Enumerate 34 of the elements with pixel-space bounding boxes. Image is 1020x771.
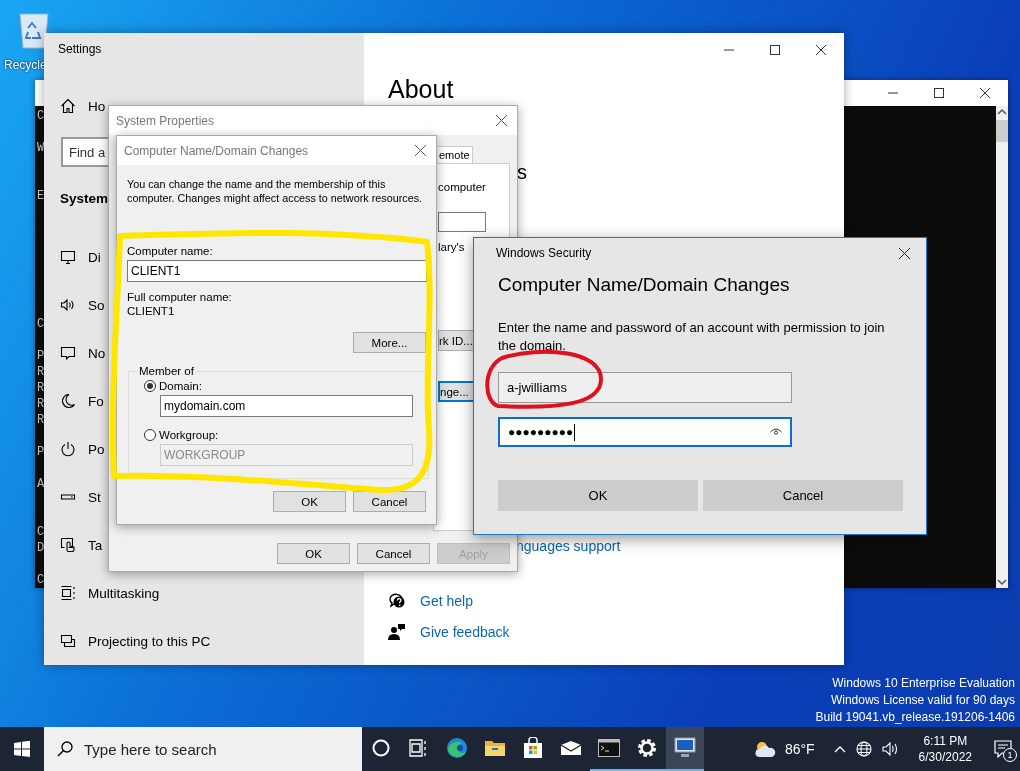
description-text: You can change the name and the membership of this computer. Changes might affect access to network resources. [127,177,424,205]
console-text: E [37,188,45,204]
page-heading: About [388,74,454,104]
license-text: Windows 10 Enterprise Evaluation [832,675,1015,692]
console-text: P [37,348,45,364]
console-text: R [37,380,45,396]
window-title: Computer Name/Domain Changes [124,143,309,158]
window-title: Windows Security [496,246,592,260]
license-text: Build 19041.vb_release.191206-1406 [815,709,1015,726]
field-label: Computer name: [127,244,214,258]
console-text: C [37,572,45,588]
window-title: Settings [57,41,103,58]
section-heading: System [60,190,109,208]
console-text: W [37,140,45,156]
console-text: A [37,476,45,492]
field-label: Full computer name: [127,290,233,304]
console-text: C [37,316,45,332]
console-text: D [37,540,45,556]
notification-badge: 1 [1003,748,1017,762]
console-text: R [37,396,45,412]
console-text: C [37,524,45,540]
window-title: System Properties [116,113,215,128]
full-name-text: CLIENT1 [127,304,176,318]
section-heading: s [517,160,527,185]
dialog-heading: Computer Name/Domain Changes [498,273,791,297]
console-text: P [37,444,45,460]
console-text: R [37,364,45,380]
message-text: Enter the name and password of an account with permission to join the domain. [498,319,886,355]
panel-text: lary's [438,240,465,254]
console-text: C [37,108,45,124]
console-text: R [37,412,45,428]
license-text: Windows License valid for 90 days [830,692,1015,709]
group-label: Member of [138,365,195,377]
panel-text: computer [438,180,486,194]
